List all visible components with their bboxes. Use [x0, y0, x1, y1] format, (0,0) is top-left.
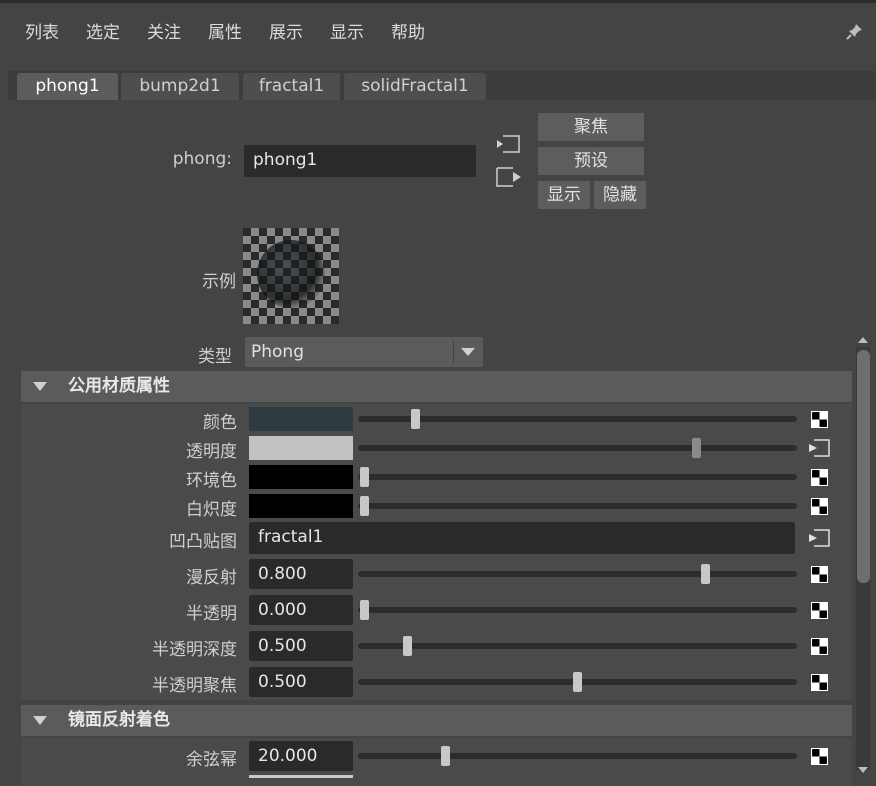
menu-bar	[0, 3, 876, 63]
preset-button[interactable]: 预设	[538, 147, 644, 175]
menu-select[interactable]: 选定	[86, 18, 120, 43]
attr-label: 白炽度	[186, 499, 237, 520]
menu-list[interactable]: 列表	[25, 18, 59, 43]
slider-handle[interactable]	[360, 466, 369, 487]
output-connection-icon[interactable]	[495, 166, 521, 188]
map-connection-field[interactable]: fractal1	[249, 522, 795, 554]
node-name-field[interactable]: phong1	[244, 145, 476, 177]
slider-track[interactable]	[358, 415, 797, 422]
menu-display[interactable]: 显示	[330, 18, 364, 43]
section-title: 公用材质属性	[68, 376, 170, 396]
number-field[interactable]: 0.500	[249, 631, 353, 661]
slider-handle[interactable]	[573, 672, 582, 692]
focus-button[interactable]: 聚焦	[538, 113, 644, 141]
tab-fractal1[interactable]: fractal1	[243, 73, 340, 100]
collapse-triangle-icon	[33, 382, 47, 391]
material-sample-preview	[243, 228, 339, 324]
number-field[interactable]: 0.500	[249, 667, 353, 697]
tab-solidfractal1[interactable]: solidFractal1	[344, 73, 486, 100]
scrollbar-thumb[interactable]	[857, 350, 870, 583]
slider-handle[interactable]	[411, 408, 421, 429]
show-button[interactable]: 显示	[538, 181, 590, 209]
tab-phong1[interactable]: phong1	[17, 73, 118, 101]
slider-track[interactable]	[358, 444, 797, 451]
chevron-down-icon	[461, 348, 475, 356]
attr-label: 透明度	[186, 441, 237, 462]
map-button-checker-icon[interactable]	[811, 674, 828, 691]
menu-help[interactable]: 帮助	[391, 18, 425, 43]
attr-label: 环境色	[186, 470, 237, 491]
connected-map-icon[interactable]	[808, 438, 830, 457]
slider-track[interactable]	[358, 753, 797, 759]
slider-handle[interactable]	[360, 600, 369, 620]
color-swatch[interactable]	[249, 435, 353, 460]
map-button-checker-icon[interactable]	[811, 602, 828, 619]
menu-attributes[interactable]: 属性	[208, 18, 242, 43]
slider-track[interactable]	[358, 571, 797, 577]
attr-label: 颜色	[203, 412, 237, 433]
color-swatch[interactable]	[249, 406, 353, 431]
material-type-dropdown[interactable]: Phong	[245, 337, 483, 367]
menu-focus[interactable]: 关注	[147, 18, 181, 43]
slider-handle[interactable]	[402, 636, 412, 656]
attr-label: 半透明	[186, 604, 237, 624]
sample-label: 示例	[202, 272, 236, 292]
slider-track[interactable]	[358, 473, 797, 480]
input-connection-icon[interactable]	[495, 134, 521, 154]
map-button-checker-icon[interactable]	[811, 410, 828, 428]
slider-track[interactable]	[358, 607, 797, 613]
color-swatch[interactable]	[249, 493, 353, 518]
attr-label: 半透明聚焦	[152, 676, 237, 696]
map-button-checker-icon[interactable]	[811, 638, 828, 655]
tab-bump2d1[interactable]: bump2d1	[121, 73, 239, 100]
section-common-material[interactable]: 公用材质属性	[21, 371, 852, 402]
attr-label: 凹凸贴图	[169, 532, 237, 552]
material-type-value: Phong	[251, 342, 304, 362]
collapse-triangle-icon	[33, 716, 47, 725]
number-field[interactable]: 0.000	[249, 595, 353, 625]
scroll-up-arrow-icon[interactable]	[856, 333, 870, 347]
map-button-checker-icon[interactable]	[811, 748, 828, 765]
scroll-down-arrow-icon[interactable]	[856, 763, 870, 777]
slider-handle[interactable]	[360, 495, 369, 516]
pin-icon[interactable]	[846, 22, 864, 40]
type-label: 类型	[198, 347, 232, 367]
section-specular-shading[interactable]: 镜面反射着色	[21, 705, 852, 736]
map-button-checker-icon[interactable]	[811, 497, 828, 515]
slider-track[interactable]	[358, 502, 797, 509]
hide-button[interactable]: 隐藏	[594, 181, 646, 209]
color-swatch[interactable]	[249, 464, 353, 489]
slider-handle[interactable]	[692, 437, 702, 458]
number-field[interactable]: 20.000	[249, 741, 353, 771]
attr-label: 余弦幂	[186, 750, 237, 770]
slider-track[interactable]	[358, 643, 797, 649]
dropdown-separator	[453, 340, 454, 364]
node-type-label: phong:	[172, 149, 232, 169]
next-row-peek	[249, 775, 353, 778]
attr-label: 半透明深度	[152, 640, 237, 660]
connected-map-icon[interactable]	[808, 529, 830, 547]
slider-handle[interactable]	[700, 564, 710, 584]
number-field[interactable]: 0.800	[249, 559, 353, 589]
attr-label: 漫反射	[186, 568, 237, 588]
slider-handle[interactable]	[440, 746, 450, 766]
section-title: 镜面反射着色	[68, 710, 170, 730]
map-button-checker-icon[interactable]	[811, 468, 828, 486]
menu-show-display[interactable]: 展示	[269, 18, 303, 43]
map-button-checker-icon[interactable]	[811, 566, 828, 583]
